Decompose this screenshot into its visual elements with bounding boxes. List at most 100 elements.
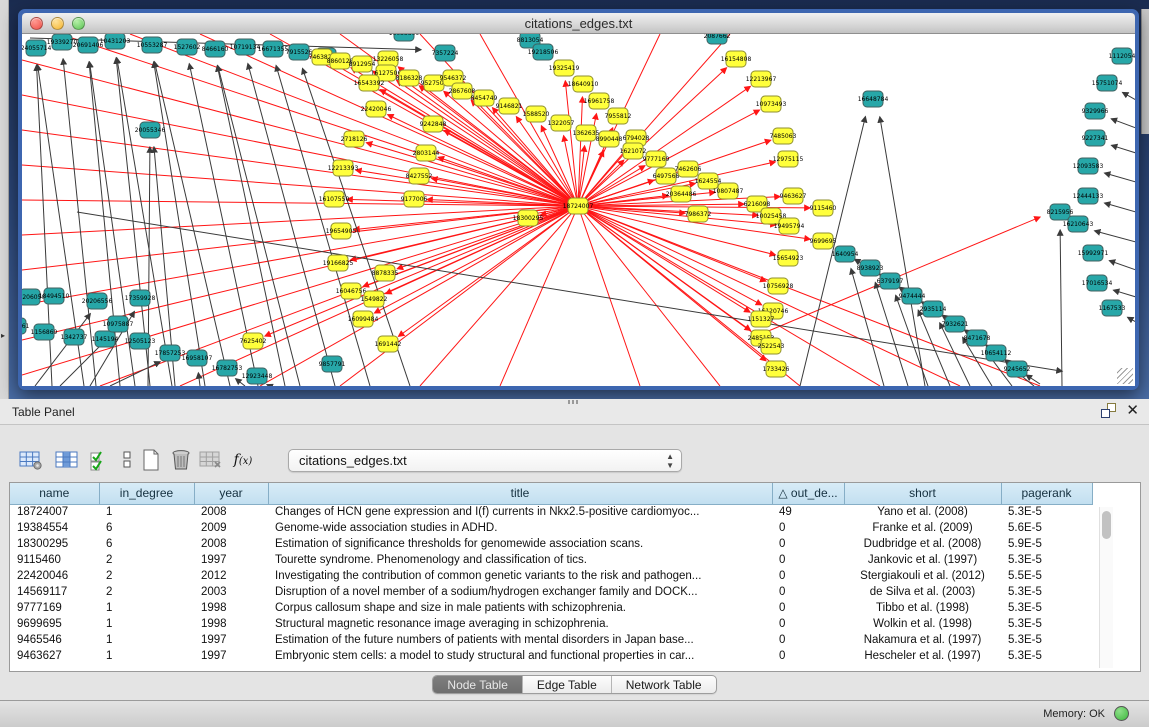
column-header-out_degree[interactable]: △ out_de... xyxy=(772,483,844,504)
graph-node-label: 1151327 xyxy=(748,316,775,323)
close-panel-icon[interactable]: ✕ xyxy=(1126,403,1139,418)
table-row[interactable]: 2242004622012Investigating the contribut… xyxy=(10,568,1092,584)
table-row[interactable]: 969969511998Structural magnetic resonanc… xyxy=(10,616,1092,632)
table-mode-button[interactable] xyxy=(16,447,46,473)
column-header-short[interactable]: short xyxy=(844,483,1001,504)
tab-node-table[interactable]: Node Table xyxy=(433,676,523,693)
graph-node-label: 7625402 xyxy=(240,338,267,345)
graph-node-label: 7986372 xyxy=(685,211,712,218)
table-row[interactable]: 1872400712008Changes of HCN gene express… xyxy=(10,504,1092,520)
select-all-icon xyxy=(88,449,110,471)
graph-node-label: 19325419 xyxy=(549,65,580,72)
graph-node-label: 8912954 xyxy=(349,61,376,68)
graph-node-label: 1640954 xyxy=(832,251,859,258)
show-columns-icon xyxy=(54,449,80,471)
graph-node-label: 8466160 xyxy=(202,46,229,53)
status-bar: Memory: OK xyxy=(0,700,1149,727)
graph-node-label: 16671355 xyxy=(258,46,289,53)
graph-node-label: 16782753 xyxy=(212,365,243,372)
column-header-title[interactable]: title xyxy=(268,483,772,504)
graph-node-label: 16961758 xyxy=(584,98,615,105)
graph-node-label: 15751074 xyxy=(1092,80,1123,87)
graph-node-label: 8990448 xyxy=(596,136,623,143)
graph-node-label: 10431203 xyxy=(100,38,131,45)
table-selector-combo[interactable]: citations_edges.txt ▲▼ xyxy=(288,449,682,472)
table-row[interactable]: 1938455462009Genome-wide association stu… xyxy=(10,520,1092,536)
graph-node-label: 10654112 xyxy=(981,350,1012,357)
graph-node-label: 8454749 xyxy=(471,95,498,102)
column-header-year[interactable]: year xyxy=(194,483,268,504)
delete-table-icon xyxy=(198,449,224,471)
float-panel-icon[interactable] xyxy=(1101,403,1116,418)
table-mode-icon xyxy=(18,449,44,471)
graph-node-label: 15654923 xyxy=(773,255,804,262)
table-row[interactable]: 1830029562008Estimation of significance … xyxy=(10,536,1092,552)
delete-columns-button[interactable] xyxy=(166,447,196,473)
table-row[interactable]: 1456911722003Disruption of a novel membe… xyxy=(10,584,1092,600)
memory-status-label: Memory: OK xyxy=(1043,708,1105,720)
graph-node-label: 19495794 xyxy=(774,223,805,230)
graph-node-label: 19218506 xyxy=(528,49,559,56)
graph-node-label: 9245652 xyxy=(1004,366,1031,373)
delete-table-button[interactable] xyxy=(196,447,226,473)
right-panel-edge xyxy=(1141,9,1149,134)
table-scrollbar-thumb[interactable] xyxy=(1102,511,1111,539)
network-window-titlebar[interactable]: citations_edges.txt xyxy=(22,13,1135,34)
graph-node-label: 2935114 xyxy=(920,306,947,313)
window-resize-grip[interactable] xyxy=(1117,368,1133,384)
graph-node-label: 10719134 xyxy=(230,44,261,51)
column-header-name[interactable]: name xyxy=(10,483,99,504)
graph-node-label: 19654905 xyxy=(326,228,357,235)
graph-node-label: 1588520 xyxy=(523,111,550,118)
show-columns-button[interactable] xyxy=(52,447,82,473)
graph-node-label: 9242848 xyxy=(420,121,447,128)
node-table-container: namein_degreeyeartitle△ out_de...shortpa… xyxy=(9,482,1141,672)
table-row[interactable]: 946362711997Embryonic stem cells: a mode… xyxy=(10,648,1092,664)
tab-network-table[interactable]: Network Table xyxy=(612,676,716,693)
graph-node-label: 9699695 xyxy=(810,238,837,245)
graph-node-label: 1621072 xyxy=(620,148,647,155)
graph-node-label: 12444133 xyxy=(1073,193,1104,200)
column-header-in_degree[interactable]: in_degree xyxy=(99,483,194,504)
graph-node-label: 1322057 xyxy=(548,120,575,127)
function-builder-button[interactable]: f(x) xyxy=(228,447,258,473)
graph-node-label: 12213393 xyxy=(328,165,359,172)
graph-node-label: 8186328 xyxy=(396,75,423,82)
graph-node-label: 1112054 xyxy=(1109,53,1135,60)
graph-node-label: 2522543 xyxy=(758,343,785,350)
graph-node-label: 10973493 xyxy=(756,101,787,108)
graph-node-label: 12213967 xyxy=(746,76,777,83)
column-header-pagerank[interactable]: pagerank xyxy=(1001,483,1092,504)
graph-node-label: 8938923 xyxy=(857,265,884,272)
create-column-button[interactable] xyxy=(136,447,166,473)
graph-node-label: 1549822 xyxy=(361,296,388,303)
graph-node-label: 7462606 xyxy=(675,166,702,173)
graph-node-label: 18300295 xyxy=(513,215,544,222)
table-row[interactable]: 946554611997Estimation of the future num… xyxy=(10,632,1092,648)
table-row[interactable]: 977716911998Corpus callosum shape and si… xyxy=(10,600,1092,616)
graph-node-label: 9474444 xyxy=(899,293,926,300)
graph-node-label: 20206556 xyxy=(82,298,113,305)
graph-node-label: 7955812 xyxy=(605,113,632,120)
graph-node-label: 1145194 xyxy=(92,336,119,343)
graph-node-label: 6216098 xyxy=(744,201,771,208)
graph-node-label: 6794028 xyxy=(623,135,650,142)
graph-node-label: 1785061 xyxy=(22,323,30,330)
network-canvas[interactable]: 2405571420691406193392701043120310553287… xyxy=(22,34,1135,386)
graph-node-label: 2867608 xyxy=(449,88,476,95)
tab-edge-table[interactable]: Edge Table xyxy=(523,676,612,693)
expand-arrow-icon[interactable]: ▸ xyxy=(1,331,5,340)
graph-node-label: 16107550 xyxy=(319,196,350,203)
select-all-button[interactable] xyxy=(84,447,114,473)
graph-node-label: 12505123 xyxy=(125,338,156,345)
split-pane-handle[interactable] xyxy=(568,400,580,404)
memory-status-icon[interactable] xyxy=(1114,706,1129,721)
graph-node-label: 9329966 xyxy=(1082,108,1109,115)
table-scrollbar[interactable] xyxy=(1099,507,1113,668)
graph-node-label: 16046756 xyxy=(336,288,367,295)
control-panel-collapsed-strip[interactable]: ▸ xyxy=(0,0,9,399)
table-row[interactable]: 911546021997Tourette syndrome. Phenomeno… xyxy=(10,552,1092,568)
network-canvas-container: 2405571420691406193392701043120310553287… xyxy=(22,34,1135,386)
graph-node-label: 16648784 xyxy=(858,96,889,103)
graph-node-label: 16033809 xyxy=(389,34,420,37)
